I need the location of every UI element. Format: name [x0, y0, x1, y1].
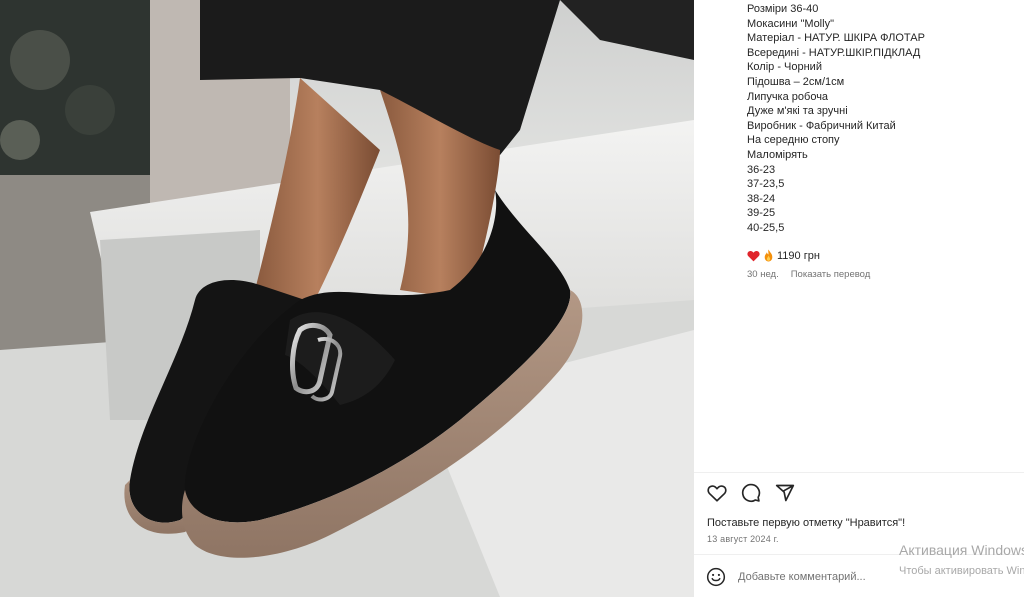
comment-bar — [706, 567, 918, 587]
caption-line: 38-24 — [747, 192, 776, 205]
heart-icon — [747, 250, 760, 262]
post-actions — [706, 482, 796, 504]
share-button[interactable] — [774, 482, 796, 504]
caption-line: Розміри 36-40 — [747, 3, 819, 15]
shoes-photo-illustration — [0, 0, 694, 597]
caption-line: Маломірять — [747, 148, 808, 161]
caption-line: Матеріал - НАТУР. ШКІРА ФЛОТАР — [747, 32, 925, 45]
caption-line: 37-23,5 — [747, 178, 785, 191]
caption-line: Підошва – 2см/1см — [747, 75, 845, 88]
price-text: 1190 грн — [777, 249, 820, 262]
divider — [694, 472, 1024, 473]
caption-line: Виробник - Фабричний Китай — [747, 119, 896, 132]
post-date: 13 август 2024 г. — [707, 534, 779, 544]
price-line: 1190 грн — [747, 249, 820, 262]
share-icon — [775, 484, 795, 502]
heart-outline-icon — [707, 485, 727, 502]
emoji-picker-button[interactable] — [706, 567, 726, 587]
watermark-title: Активация Windows — [899, 542, 1024, 558]
caption-line: Всередині - НАТУР.ШКІР.ПІДКЛАД — [747, 46, 921, 59]
show-translation-link[interactable]: Показать перевод — [791, 269, 871, 280]
post-photo[interactable] — [0, 0, 694, 597]
caption-line: Липучка робоча — [747, 90, 829, 103]
caption-line: Колір - Чорний — [747, 61, 822, 74]
comment-button[interactable] — [740, 482, 762, 504]
caption-meta: 30 нед. Показать перевод — [747, 269, 870, 280]
post-caption: Розміри 36-40 Мокасини "Molly" Матеріал … — [747, 2, 1017, 236]
watermark-subtitle: Чтобы активировать Windows — [899, 565, 1024, 577]
caption-line: Мокасини "Molly" — [747, 17, 834, 30]
comment-input[interactable] — [738, 571, 918, 583]
comment-icon — [741, 483, 761, 503]
fire-icon — [763, 249, 774, 262]
caption-line: Дуже м'які та зручні — [747, 105, 848, 118]
caption-line: 36-23 — [747, 163, 776, 176]
like-button[interactable] — [706, 482, 728, 504]
smiley-icon — [706, 567, 726, 587]
post-side-panel: Розміри 36-40 Мокасини "Molly" Матеріал … — [694, 0, 1024, 597]
post-age[interactable]: 30 нед. — [747, 269, 779, 280]
caption-line: На середню стопу — [747, 134, 840, 147]
caption-line: 39-25 — [747, 207, 776, 220]
windows-activation-watermark: Активация Windows Чтобы активировать Win… — [899, 541, 1024, 579]
caption-line: 40-25,5 — [747, 221, 785, 234]
likes-prompt: Поставьте первую отметку "Нравится"! — [707, 517, 906, 529]
